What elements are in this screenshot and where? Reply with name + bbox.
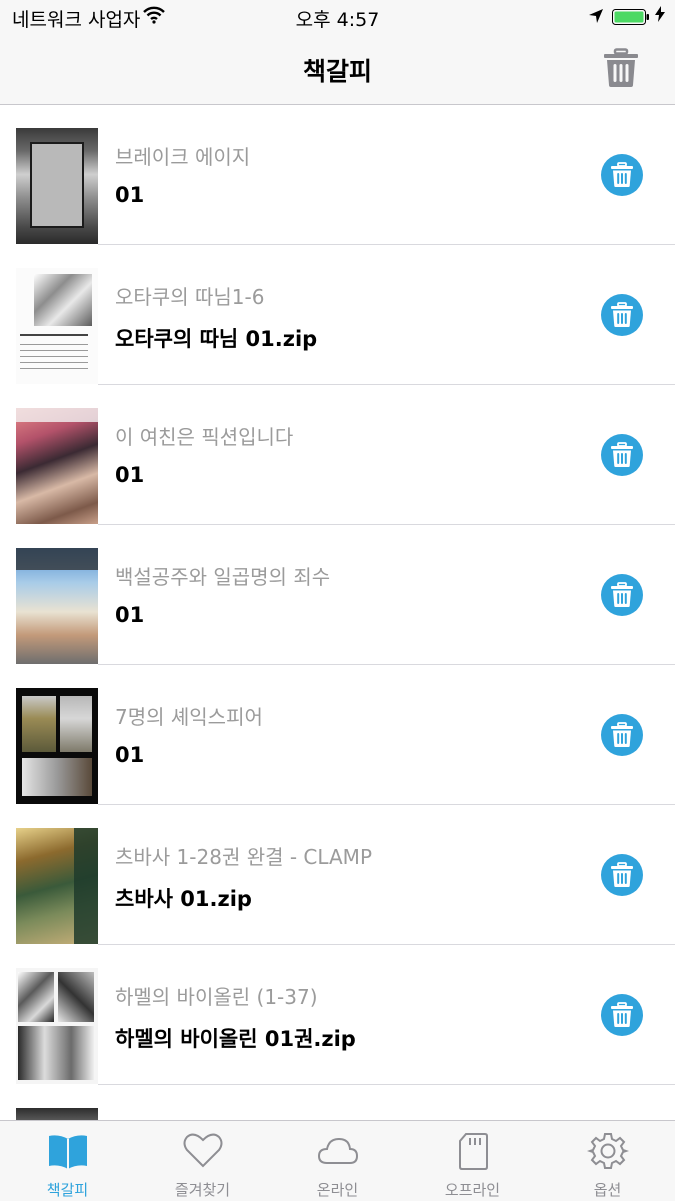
book-cover-thumbnail bbox=[16, 268, 98, 384]
list-item[interactable]: 백설공주와 일곱명의 죄수 01 bbox=[0, 525, 675, 665]
status-time: 오후 4:57 bbox=[295, 9, 380, 31]
delete-bookmark-button[interactable] bbox=[601, 714, 643, 756]
book-title: 이 여친은 픽션입니다 bbox=[115, 425, 294, 449]
sd-card-icon bbox=[452, 1131, 494, 1171]
tab-label: 옵션 bbox=[593, 1181, 622, 1199]
location-arrow-icon bbox=[588, 7, 604, 29]
book-title: 하멜의 바이올린 (1-37) bbox=[115, 985, 318, 1009]
page-title: 책갈피 bbox=[302, 57, 372, 86]
tab-label: 즐겨찾기 bbox=[174, 1181, 231, 1199]
gear-icon bbox=[586, 1131, 630, 1171]
tab-options[interactable]: 옵션 bbox=[540, 1121, 675, 1201]
book-title: 백설공주와 일곱명의 죄수 bbox=[115, 565, 331, 589]
list-item[interactable] bbox=[0, 1085, 675, 1120]
list-item[interactable]: 7명의 셰익스피어 01 bbox=[0, 665, 675, 805]
trash-icon bbox=[611, 722, 633, 747]
list-item[interactable]: 하멜의 바이올린 (1-37) 하멜의 바이올린 01권.zip bbox=[0, 945, 675, 1085]
cloud-icon bbox=[317, 1131, 359, 1171]
delete-bookmark-button[interactable] bbox=[601, 994, 643, 1036]
list-item[interactable]: 츠바사 1-28권 완결 - CLAMP 츠바사 01.zip bbox=[0, 805, 675, 945]
list-item[interactable]: 오타쿠의 따님1-6 오타쿠의 따님 01.zip bbox=[0, 245, 675, 385]
delete-bookmark-button[interactable] bbox=[601, 154, 643, 196]
book-title: 7명의 셰익스피어 bbox=[115, 705, 263, 729]
status-bar: 네트워크 사업자 오후 4:57 bbox=[0, 0, 675, 34]
tab-label: 온라인 bbox=[316, 1181, 359, 1199]
book-volume: 01 bbox=[115, 603, 145, 627]
book-cover-thumbnail bbox=[16, 968, 98, 1084]
book-volume: 01 bbox=[115, 463, 145, 487]
trash-icon bbox=[611, 442, 633, 467]
book-volume: 오타쿠의 따님 01.zip bbox=[115, 327, 318, 351]
trash-icon bbox=[611, 302, 633, 327]
trash-icon bbox=[611, 162, 633, 187]
battery-icon bbox=[612, 8, 650, 25]
tab-bookmarks[interactable]: 책갈피 bbox=[0, 1121, 135, 1201]
tab-favorites[interactable]: 즐겨찾기 bbox=[135, 1121, 270, 1201]
tab-label: 책갈피 bbox=[46, 1181, 89, 1199]
list-item[interactable]: 이 여친은 픽션입니다 01 bbox=[0, 385, 675, 525]
trash-icon bbox=[611, 862, 633, 887]
charging-bolt-icon bbox=[655, 6, 665, 26]
delete-bookmark-button[interactable] bbox=[601, 574, 643, 616]
trash-icon bbox=[611, 1002, 633, 1027]
tab-bar: 책갈피 즐겨찾기 온라인 오프라인 옵션 bbox=[0, 1120, 675, 1201]
trash-icon[interactable] bbox=[602, 48, 640, 88]
navigation-bar: 책갈피 bbox=[0, 34, 675, 105]
bookmark-list[interactable]: 브레이크 에이지 01 오타쿠의 따님1-6 오타쿠의 따님 01.zip 이 … bbox=[0, 105, 675, 1120]
book-cover-thumbnail bbox=[16, 1108, 98, 1120]
heart-icon bbox=[182, 1131, 224, 1171]
book-cover-thumbnail bbox=[16, 128, 98, 244]
book-cover-thumbnail bbox=[16, 548, 98, 664]
delete-bookmark-button[interactable] bbox=[601, 854, 643, 896]
book-volume: 01 bbox=[115, 743, 145, 767]
book-volume: 01 bbox=[115, 183, 145, 207]
book-volume: 하멜의 바이올린 01권.zip bbox=[115, 1027, 356, 1051]
book-title: 츠바사 1-28권 완결 - CLAMP bbox=[115, 845, 373, 869]
book-cover-thumbnail bbox=[16, 828, 98, 944]
book-cover-thumbnail bbox=[16, 688, 98, 804]
book-volume: 츠바사 01.zip bbox=[115, 887, 252, 911]
book-title: 브레이크 에이지 bbox=[115, 145, 251, 169]
list-item[interactable]: 브레이크 에이지 01 bbox=[0, 105, 675, 245]
delete-bookmark-button[interactable] bbox=[601, 434, 643, 476]
tab-offline[interactable]: 오프라인 bbox=[405, 1121, 540, 1201]
book-cover-thumbnail bbox=[16, 408, 98, 524]
book-title: 오타쿠의 따님1-6 bbox=[115, 285, 265, 309]
tab-label: 오프라인 bbox=[444, 1181, 501, 1199]
book-icon bbox=[47, 1131, 89, 1171]
trash-icon bbox=[611, 582, 633, 607]
tab-online[interactable]: 온라인 bbox=[270, 1121, 405, 1201]
delete-bookmark-button[interactable] bbox=[601, 294, 643, 336]
